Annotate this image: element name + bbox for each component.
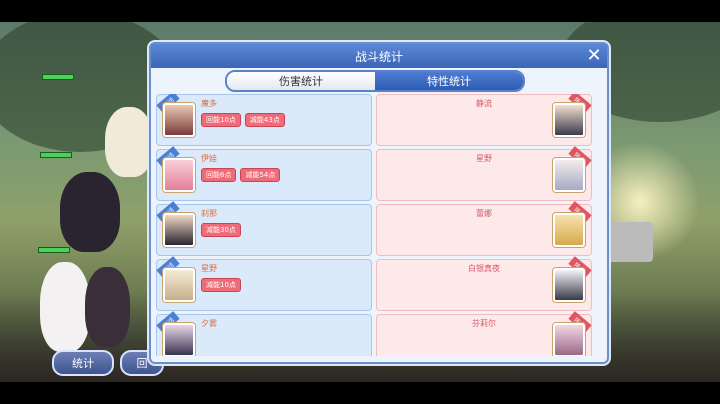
tab-label: 特性统计: [427, 75, 471, 88]
character-sprite: [105, 107, 153, 177]
stats-row: 存活 刹那 减能30点 阵亡 蕾娜: [156, 201, 602, 256]
close-icon[interactable]: ✕: [585, 47, 603, 65]
stats-button-label: 统计: [72, 357, 94, 370]
character-name: 芬莉尔: [472, 319, 496, 328]
ally-card: 存活 魔多 回能10点 减能43点: [156, 94, 372, 146]
back-button-label: 回: [136, 357, 148, 370]
hp-bar: [42, 74, 74, 80]
character-sprite: [40, 262, 90, 352]
character-name: 魔多: [201, 99, 217, 108]
enemy-card: 阵亡 蕾娜: [376, 201, 592, 256]
character-name: 静流: [476, 99, 492, 108]
character-sprite: [85, 267, 130, 347]
stats-row: 存活 伊娃 回能6点 减能54点 阵亡 星野: [156, 146, 602, 201]
stats-row: 存活 星野 减能10点 阵亡 白银真夜: [156, 256, 602, 311]
hp-bar: [38, 247, 70, 253]
stats-tabs: 伤害统计 特性统计: [225, 70, 525, 92]
trait-tags: 回能6点 减能54点: [201, 168, 281, 182]
character-name: 刹那: [201, 209, 217, 218]
character-name: 伊娃: [201, 154, 217, 163]
enemy-card: 阵亡 芬莉尔: [376, 311, 592, 356]
character-name: 夕雾: [201, 319, 217, 328]
tab-trait-stats[interactable]: 特性统计: [375, 72, 523, 90]
trait-tags: 回能10点 减能43点: [201, 113, 285, 127]
battle-stats-dialog: 战斗统计 ✕ 伤害统计 特性统计 存活 魔多 回能10点 减能43点 阵亡: [149, 42, 609, 364]
character-name: 星野: [201, 264, 217, 273]
trait-tag: 减能10点: [201, 278, 241, 292]
character-name: 白银真夜: [468, 264, 500, 273]
stats-list[interactable]: 存活 魔多 回能10点 减能43点 阵亡 静流 存活 伊娃 回能6: [156, 94, 602, 356]
trait-tag: 减能43点: [244, 113, 285, 127]
character-name: 蕾娜: [476, 209, 492, 218]
tab-damage-stats[interactable]: 伤害统计: [227, 72, 375, 90]
trait-tags: 减能30点: [201, 223, 241, 237]
stats-row: 存活 魔多 回能10点 减能43点 阵亡 静流: [156, 94, 602, 146]
enemy-card: 阵亡 白银真夜: [376, 256, 592, 311]
character-avatar: [163, 103, 195, 137]
character-name: 星野: [476, 154, 492, 163]
character-avatar: [163, 213, 195, 247]
trait-tag: 减能30点: [201, 223, 241, 237]
trait-tag: 减能54点: [240, 168, 281, 182]
trait-tags: 减能10点: [201, 278, 241, 292]
trait-tag: 回能10点: [201, 113, 241, 127]
stats-button[interactable]: 统计: [52, 350, 114, 376]
enemy-card: 阵亡 星野: [376, 146, 592, 201]
character-avatar: [163, 268, 195, 302]
character-avatar: [163, 158, 195, 192]
ally-card: 存活 伊娃 回能6点 减能54点: [156, 146, 372, 201]
side-panel: [607, 222, 653, 262]
tab-label: 伤害统计: [279, 75, 323, 88]
character-sprite: [60, 172, 120, 252]
ally-card: 存活 夕雾: [156, 311, 372, 356]
character-avatar: [163, 323, 195, 356]
dialog-title: 战斗统计: [354, 49, 403, 64]
dialog-title-bar: 战斗统计: [151, 44, 607, 68]
ally-card: 存活 星野 减能10点: [156, 256, 372, 311]
ally-card: 存活 刹那 减能30点: [156, 201, 372, 256]
hp-bar: [40, 152, 72, 158]
enemy-card: 阵亡 静流: [376, 94, 592, 146]
stats-row: 存活 夕雾 阵亡 芬莉尔: [156, 311, 602, 356]
trait-tag: 回能6点: [201, 168, 237, 182]
